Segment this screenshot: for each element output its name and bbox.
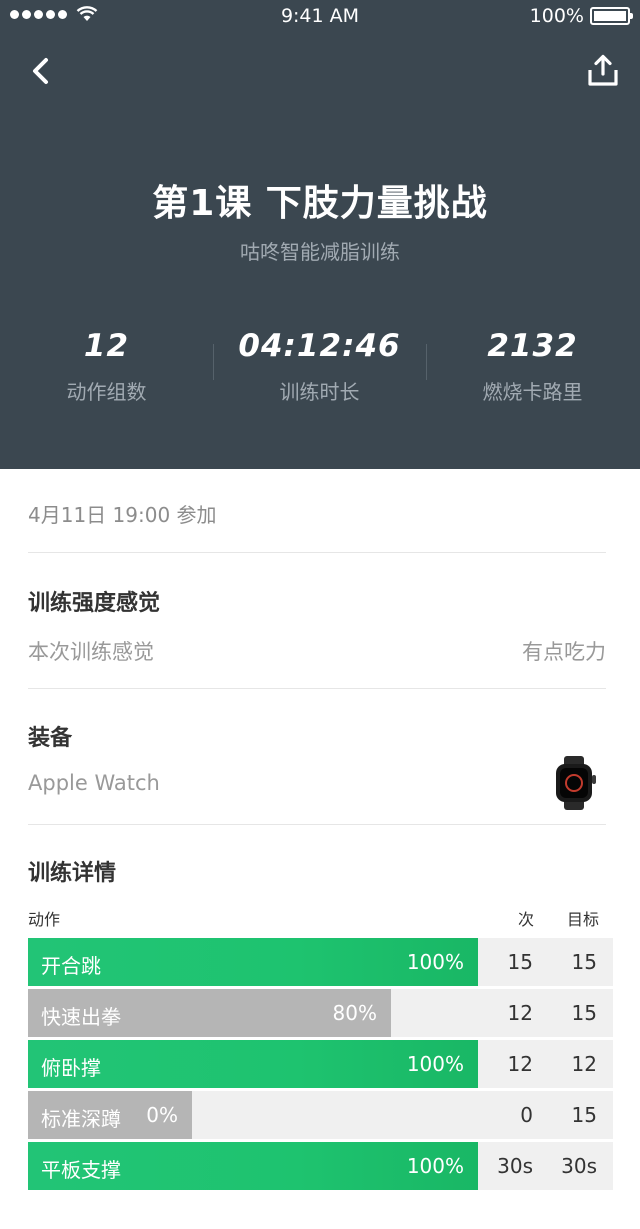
stat-value: 04:12:46 bbox=[238, 328, 401, 364]
stat-sets: 12 动作组数 bbox=[0, 328, 213, 405]
course-subtitle: 咕咚智能减脂训练 bbox=[240, 240, 400, 264]
divider bbox=[28, 824, 606, 825]
column-header-count: 次 bbox=[517, 910, 534, 929]
exercise-count: 30s bbox=[497, 1154, 533, 1178]
exercise-count: 0 bbox=[520, 1103, 533, 1127]
stat-value: 2132 bbox=[487, 328, 578, 364]
intensity-title: 训练强度感觉 bbox=[28, 591, 161, 616]
stat-calories: 2132 燃烧卡路里 bbox=[426, 328, 639, 405]
exercise-target: 15 bbox=[571, 950, 597, 974]
exercise-percent: 100% bbox=[406, 1154, 464, 1178]
exercise-row[interactable]: 开合跳 100% 15 15 bbox=[28, 938, 613, 986]
stat-label: 燃烧卡路里 bbox=[482, 380, 583, 404]
battery-status: 100% bbox=[529, 5, 633, 27]
exercise-name: 平板支撑 bbox=[41, 1158, 121, 1182]
exercise-count: 15 bbox=[507, 950, 533, 974]
exercise-name: 开合跳 bbox=[41, 954, 101, 978]
details-title: 训练详情 bbox=[28, 861, 117, 886]
exercise-row[interactable]: 平板支撑 100% 30s 30s bbox=[28, 1142, 613, 1190]
stat-label: 训练时长 bbox=[279, 380, 360, 404]
exercise-count: 12 bbox=[507, 1052, 533, 1076]
stat-value: 12 bbox=[83, 328, 130, 364]
exercise-row[interactable]: 快速出拳 80% 12 15 bbox=[28, 989, 613, 1037]
exercise-target: 15 bbox=[571, 1103, 597, 1127]
column-header-target: 目标 bbox=[566, 910, 599, 929]
exercise-count: 12 bbox=[507, 1001, 533, 1025]
equipment-device[interactable]: Apple Watch bbox=[28, 771, 160, 795]
exercise-target: 15 bbox=[571, 1001, 597, 1025]
exercise-name: 俯卧撑 bbox=[41, 1056, 101, 1080]
course-title: 第1课 下肢力量挑战 bbox=[152, 183, 488, 224]
exercise-name: 快速出拳 bbox=[41, 1005, 121, 1029]
exercise-row[interactable]: 俯卧撑 100% 12 12 bbox=[28, 1040, 613, 1088]
intensity-value: 有点吃力 bbox=[522, 640, 606, 664]
exercise-percent: 0% bbox=[146, 1103, 178, 1127]
exercise-percent: 80% bbox=[332, 1001, 377, 1025]
divider bbox=[28, 552, 606, 553]
battery-icon bbox=[590, 7, 633, 25]
exercise-percent: 100% bbox=[406, 1052, 464, 1076]
exercise-target: 30s bbox=[561, 1154, 597, 1178]
intensity-label: 本次训练感觉 bbox=[28, 640, 154, 664]
exercise-row[interactable]: 标准深蹲 0% 0 15 bbox=[28, 1091, 613, 1139]
divider bbox=[28, 688, 606, 689]
back-button[interactable] bbox=[26, 55, 56, 87]
stat-label: 动作组数 bbox=[66, 380, 147, 404]
status-bar: 9:41 AM 100% bbox=[0, 0, 640, 34]
equipment-title: 装备 bbox=[28, 726, 73, 751]
exercise-target: 12 bbox=[571, 1052, 597, 1076]
participation-date: 4月11日 19:00 参加 bbox=[28, 503, 217, 527]
column-header-action: 动作 bbox=[28, 910, 61, 929]
stat-duration: 04:12:46 训练时长 bbox=[213, 328, 426, 405]
battery-percent: 100% bbox=[529, 5, 584, 27]
apple-watch-icon[interactable] bbox=[552, 756, 598, 810]
exercise-name: 标准深蹲 bbox=[41, 1107, 121, 1131]
share-button[interactable] bbox=[586, 54, 620, 88]
summary-header: 9:41 AM 100% 第1课 下肢力量挑战 咕咚智能减脂训练 12 动作组数… bbox=[0, 0, 640, 469]
exercise-percent: 100% bbox=[406, 950, 464, 974]
